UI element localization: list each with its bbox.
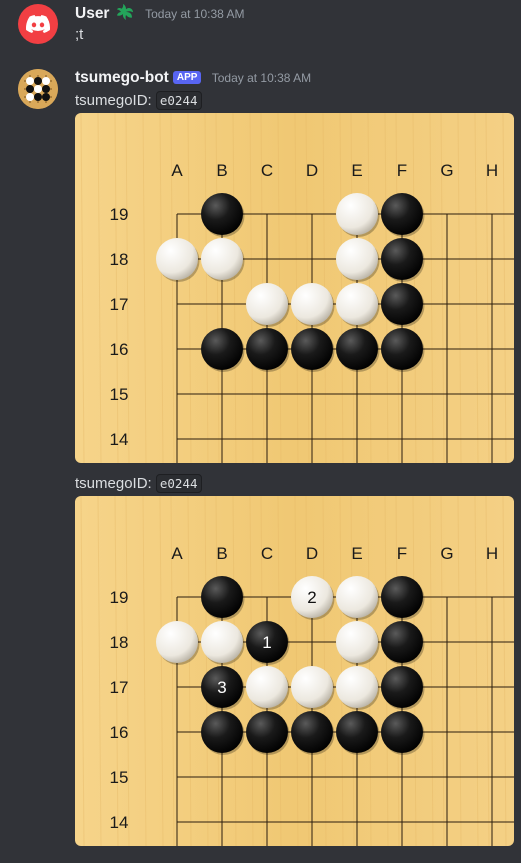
white-stone bbox=[336, 283, 378, 325]
white-stone bbox=[291, 283, 333, 325]
column-label: H bbox=[486, 161, 498, 180]
bot-timestamp: Today at 10:38 AM bbox=[211, 71, 312, 85]
row-label: 18 bbox=[110, 250, 129, 269]
white-stone bbox=[246, 666, 288, 708]
white-stone bbox=[291, 666, 333, 708]
black-stone bbox=[381, 283, 423, 325]
row-label: 15 bbox=[110, 768, 129, 787]
black-stone bbox=[381, 621, 423, 663]
black-stone bbox=[336, 711, 378, 753]
discord-logo-icon bbox=[26, 15, 50, 33]
tsumego-id-label: tsumegoID: bbox=[75, 92, 152, 109]
user-message-text: ;t bbox=[75, 26, 84, 43]
app-badge: APP bbox=[172, 71, 202, 84]
tsumego-id-code: e0244 bbox=[155, 91, 202, 110]
black-stone bbox=[201, 193, 243, 235]
black-stone bbox=[381, 576, 423, 618]
move-number: 2 bbox=[307, 588, 316, 607]
column-label: C bbox=[261, 544, 273, 563]
white-stone bbox=[201, 621, 243, 663]
row-label: 15 bbox=[110, 385, 129, 404]
bot-avatar[interactable] bbox=[18, 69, 58, 109]
black-stone bbox=[246, 711, 288, 753]
user-timestamp: Today at 10:38 AM bbox=[145, 7, 245, 21]
white-stone bbox=[336, 666, 378, 708]
column-label: E bbox=[351, 544, 362, 563]
black-stone bbox=[381, 666, 423, 708]
tsumego-id-line-1: tsumegoID: e0244 bbox=[75, 91, 202, 110]
column-label: B bbox=[216, 544, 227, 563]
board-image-problem[interactable]: A B C D E F G H 19 18 17 16 15 14 bbox=[75, 113, 514, 463]
go-board: A B C D E F G H 19 18 17 16 15 14 bbox=[75, 113, 514, 463]
move-number: 1 bbox=[262, 633, 271, 652]
white-stone bbox=[336, 193, 378, 235]
go-stones-icon bbox=[18, 69, 58, 109]
row-label: 19 bbox=[110, 205, 129, 224]
row-label: 18 bbox=[110, 633, 129, 652]
tsumego-id-code: e0244 bbox=[155, 474, 202, 493]
row-label: 19 bbox=[110, 588, 129, 607]
black-stone bbox=[291, 328, 333, 370]
black-stone bbox=[201, 328, 243, 370]
bot-name-row: tsumego-bot APP Today at 10:38 AM bbox=[75, 69, 311, 87]
white-stone bbox=[336, 621, 378, 663]
column-label: E bbox=[351, 161, 362, 180]
user-avatar[interactable] bbox=[18, 4, 58, 44]
row-label: 16 bbox=[110, 723, 129, 742]
black-stone bbox=[381, 238, 423, 280]
column-label: G bbox=[440, 161, 453, 180]
column-label: H bbox=[486, 544, 498, 563]
move-number: 3 bbox=[217, 678, 226, 697]
bot-author[interactable]: tsumego-bot bbox=[75, 69, 169, 86]
black-stone bbox=[381, 328, 423, 370]
white-stone bbox=[201, 238, 243, 280]
row-label: 14 bbox=[110, 813, 129, 832]
column-label: B bbox=[216, 161, 227, 180]
white-stone bbox=[246, 283, 288, 325]
tsumego-id-label: tsumegoID: bbox=[75, 475, 152, 492]
black-stone bbox=[291, 711, 333, 753]
white-stone bbox=[156, 621, 198, 663]
row-label: 17 bbox=[110, 295, 129, 314]
column-label: F bbox=[397, 161, 407, 180]
black-stone bbox=[201, 576, 243, 618]
board-image-solution[interactable]: A B C D E F G H 19 18 17 16 15 14 1 2 3 bbox=[75, 496, 514, 846]
column-label: A bbox=[171, 544, 183, 563]
white-stone bbox=[336, 238, 378, 280]
go-board: A B C D E F G H 19 18 17 16 15 14 1 2 3 bbox=[75, 496, 514, 846]
column-label: D bbox=[306, 544, 318, 563]
black-stone bbox=[381, 193, 423, 235]
user-author[interactable]: User bbox=[75, 5, 109, 22]
black-stone bbox=[381, 711, 423, 753]
row-label: 16 bbox=[110, 340, 129, 359]
column-label: G bbox=[440, 544, 453, 563]
column-label: F bbox=[397, 544, 407, 563]
row-label: 17 bbox=[110, 678, 129, 697]
leaf-icon bbox=[116, 4, 133, 20]
column-label: C bbox=[261, 161, 273, 180]
user-name-row: User Today at 10:38 AM bbox=[75, 4, 245, 23]
row-label: 14 bbox=[110, 430, 129, 449]
white-stone bbox=[336, 576, 378, 618]
black-stone bbox=[201, 711, 243, 753]
black-stone bbox=[246, 328, 288, 370]
white-stone bbox=[156, 238, 198, 280]
tsumego-id-line-2: tsumegoID: e0244 bbox=[75, 474, 202, 493]
column-label: A bbox=[171, 161, 183, 180]
column-label: D bbox=[306, 161, 318, 180]
black-stone bbox=[336, 328, 378, 370]
